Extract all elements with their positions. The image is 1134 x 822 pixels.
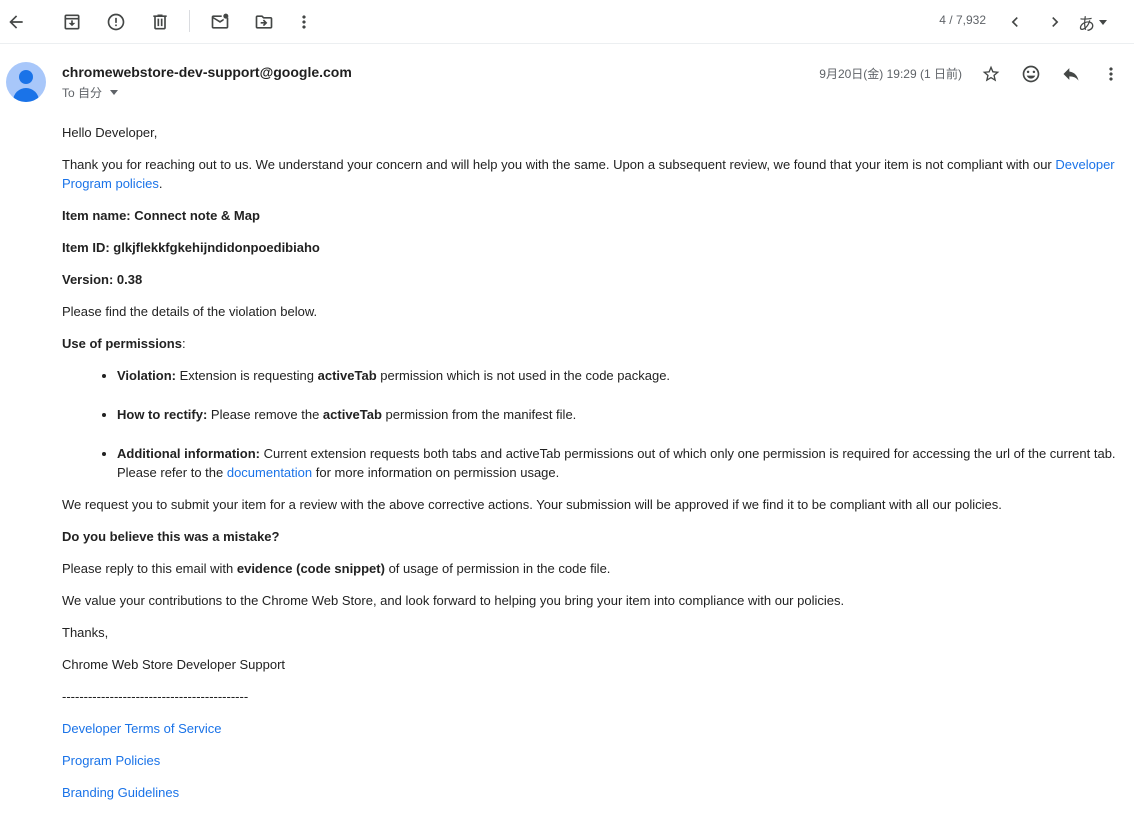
reply-text-end: of usage of permission in the code file. bbox=[384, 561, 611, 576]
item-id: Item ID: glkjflekkfgkehijndidonpoedibiah… bbox=[62, 238, 1122, 257]
chevron-left-icon bbox=[1011, 17, 1018, 27]
item-name: Item name: Connect note & Map bbox=[62, 206, 1122, 225]
emoji-icon bbox=[1022, 65, 1040, 83]
more-vert-icon bbox=[302, 15, 306, 29]
branding-guidelines-link[interactable]: Branding Guidelines bbox=[62, 785, 179, 800]
list-item: Violation: Extension is requesting activ… bbox=[117, 366, 1122, 385]
reply-evidence: evidence (code snippet) bbox=[236, 561, 385, 576]
rectify-text: Please remove the bbox=[207, 407, 323, 422]
rectify-text-end: permission from the manifest file. bbox=[381, 407, 577, 422]
footer-link-row: Branding Guidelines bbox=[62, 783, 1122, 802]
report-spam-button[interactable] bbox=[100, 6, 132, 38]
additional-label: Additional information: bbox=[117, 446, 260, 461]
mark-unread-icon bbox=[211, 13, 229, 29]
item-id-text: Item ID: glkjflekkfgkehijndidonpoedibiah… bbox=[62, 240, 320, 255]
violation-list: Violation: Extension is requesting activ… bbox=[117, 366, 1122, 482]
footer-link-row: Developer Terms of Service bbox=[62, 719, 1122, 738]
intro-paragraph: Thank you for reaching out to us. We und… bbox=[62, 155, 1122, 193]
version: Version: 0.38 bbox=[62, 270, 1122, 289]
violation-label: Violation: bbox=[117, 368, 176, 383]
archive-button[interactable] bbox=[56, 6, 88, 38]
list-item: Additional information: Current extensio… bbox=[117, 444, 1122, 482]
message-body: Hello Developer, Thank you for reaching … bbox=[62, 123, 1122, 815]
input-tools-button[interactable]: あ bbox=[1078, 6, 1107, 38]
separator-line: ----------------------------------------… bbox=[62, 689, 249, 704]
list-item: How to rectify: Please remove the active… bbox=[117, 405, 1122, 424]
star-icon bbox=[982, 65, 1000, 82]
reply-button[interactable] bbox=[1055, 58, 1087, 90]
reply-icon bbox=[1063, 68, 1079, 81]
chevron-down-icon bbox=[1099, 19, 1107, 25]
documentation-link[interactable]: documentation bbox=[227, 465, 312, 480]
star-button[interactable] bbox=[975, 58, 1007, 90]
permissions-heading-text: Use of permissions bbox=[62, 336, 182, 351]
recipient-details[interactable]: To 自分 bbox=[62, 84, 119, 101]
additional-text-end: for more information on permission usage… bbox=[312, 465, 560, 480]
request-paragraph: We request you to submit your item for a… bbox=[62, 497, 1002, 512]
toolbar-divider bbox=[189, 10, 190, 32]
rectify-label: How to rectify: bbox=[117, 407, 208, 422]
signature: Chrome Web Store Developer Support bbox=[62, 657, 286, 672]
older-button[interactable] bbox=[999, 6, 1031, 38]
chevron-right-icon bbox=[1052, 17, 1059, 27]
violation-text: Extension is requesting bbox=[175, 368, 318, 383]
program-policies-link[interactable]: Program Policies bbox=[62, 753, 160, 768]
mistake-heading-text: Do you believe this was a mistake? bbox=[62, 529, 280, 544]
message-more-button[interactable] bbox=[1095, 58, 1127, 90]
greeting: Hello Developer, bbox=[62, 125, 158, 140]
mark-unread-button[interactable] bbox=[204, 6, 236, 38]
arrow-back-icon bbox=[9, 15, 23, 29]
more-vert-icon bbox=[1109, 67, 1113, 81]
footer-link-row: Program Policies bbox=[62, 751, 1122, 770]
recipient-label: To 自分 bbox=[62, 86, 103, 100]
message-date: 9月20日(金) 19:29 (1 日前) bbox=[819, 67, 962, 81]
mistake-heading: Do you believe this was a mistake? bbox=[62, 527, 1122, 546]
chevron-down-icon bbox=[110, 90, 119, 95]
trash-icon bbox=[153, 14, 167, 30]
pager-count: 4 / 7,932 bbox=[939, 13, 986, 27]
newer-button[interactable] bbox=[1039, 6, 1071, 38]
move-to-button[interactable] bbox=[248, 6, 280, 38]
sender-address[interactable]: chromewebstore-dev-support@google.com bbox=[62, 64, 352, 80]
violation-text-end: permission which is not used in the code… bbox=[376, 368, 671, 383]
details-intro: Please find the details of the violation… bbox=[62, 304, 318, 319]
reply-text: Please reply to this email with bbox=[62, 561, 237, 576]
version-text: Version: 0.38 bbox=[62, 272, 143, 287]
input-tools-label: あ bbox=[1078, 14, 1095, 35]
permissions-heading: Use of permissions: bbox=[62, 334, 1122, 353]
report-spam-icon bbox=[107, 13, 125, 31]
delete-button[interactable] bbox=[144, 6, 176, 38]
toolbar: 4 / 7,932 あ bbox=[0, 0, 1134, 44]
more-options-button[interactable] bbox=[288, 6, 320, 38]
intro-text: Thank you for reaching out to us. We und… bbox=[62, 157, 1056, 172]
permissions-colon: : bbox=[181, 336, 186, 351]
move-to-folder-icon bbox=[255, 15, 273, 29]
archive-icon bbox=[64, 14, 80, 30]
rectify-permission: activeTab bbox=[322, 407, 382, 422]
avatar-head bbox=[19, 70, 33, 84]
back-button[interactable] bbox=[0, 6, 32, 38]
violation-permission: activeTab bbox=[317, 368, 377, 383]
avatar[interactable] bbox=[6, 62, 46, 102]
add-reaction-button[interactable] bbox=[1015, 58, 1047, 90]
avatar-body bbox=[13, 88, 39, 102]
value-paragraph: We value your contributions to the Chrom… bbox=[62, 593, 845, 608]
reply-paragraph: Please reply to this email with evidence… bbox=[62, 559, 1122, 578]
intro-end: . bbox=[158, 176, 163, 191]
item-name-text: Item name: Connect note & Map bbox=[62, 208, 260, 223]
developer-terms-link[interactable]: Developer Terms of Service bbox=[62, 721, 221, 736]
thanks: Thanks, bbox=[62, 625, 109, 640]
